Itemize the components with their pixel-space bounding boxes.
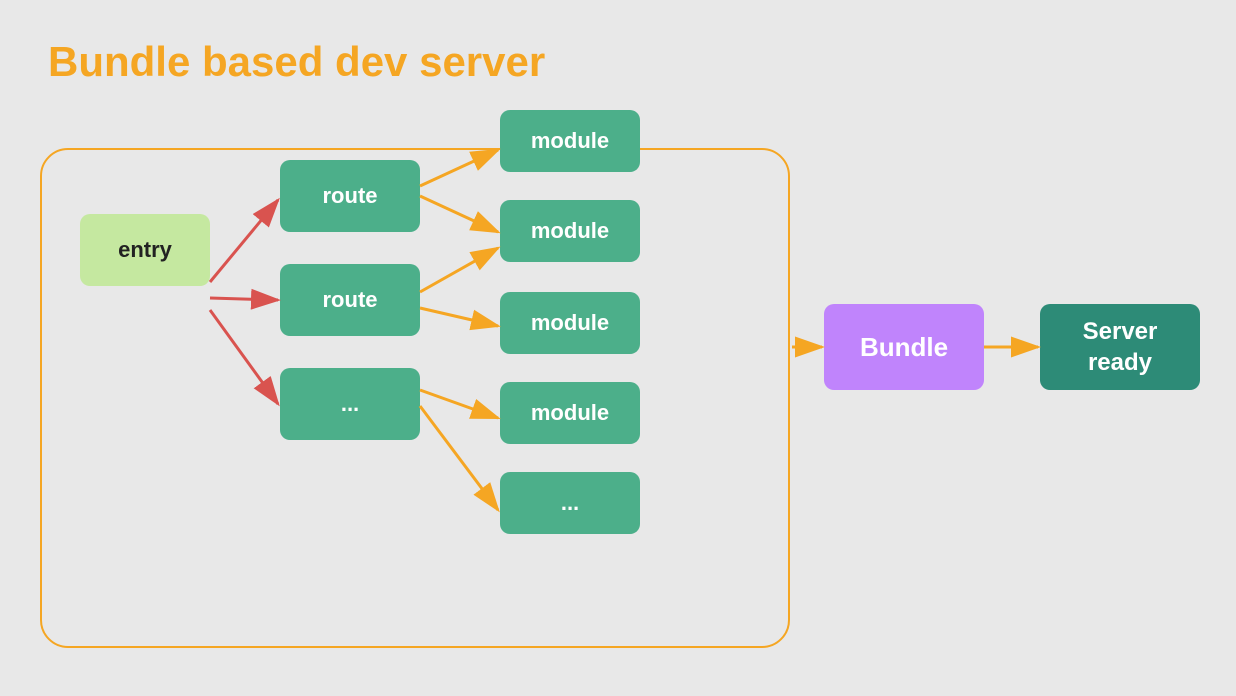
node-route2: route	[280, 264, 420, 336]
node-module1: module	[500, 110, 640, 172]
node-module4: module	[500, 382, 640, 444]
page-title: Bundle based dev server	[48, 38, 545, 86]
node-route1: route	[280, 160, 420, 232]
node-server-ready: Serverready	[1040, 304, 1200, 390]
node-entry: entry	[80, 214, 210, 286]
node-dots1: ...	[280, 368, 420, 440]
node-dots2: ...	[500, 472, 640, 534]
node-bundle: Bundle	[824, 304, 984, 390]
node-module3: module	[500, 292, 640, 354]
node-module2: module	[500, 200, 640, 262]
